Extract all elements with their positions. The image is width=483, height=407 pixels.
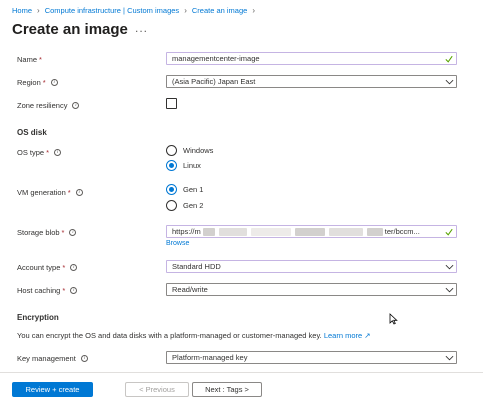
vm-generation-gen1-radio[interactable]: Gen 1 bbox=[166, 184, 203, 195]
mouse-cursor-icon bbox=[389, 313, 398, 327]
storage-blob-label: Storage blob * i bbox=[17, 228, 77, 237]
chevron-right-icon: › bbox=[252, 6, 255, 15]
radio-button[interactable] bbox=[166, 145, 177, 156]
browse-link[interactable]: Browse bbox=[166, 240, 189, 247]
review-create-button[interactable]: Review + create bbox=[12, 382, 93, 397]
radio-button[interactable] bbox=[166, 160, 177, 171]
name-input[interactable]: managementcenter-image bbox=[166, 52, 457, 65]
region-select[interactable]: (Asia Pacific) Japan East bbox=[166, 75, 457, 88]
os-type-windows-radio[interactable]: Windows bbox=[166, 145, 213, 156]
encryption-heading: Encryption bbox=[17, 313, 59, 322]
info-icon[interactable]: i bbox=[75, 189, 83, 196]
info-icon[interactable]: i bbox=[72, 102, 80, 109]
info-icon[interactable]: i bbox=[69, 229, 77, 236]
region-label: Region * i bbox=[17, 78, 58, 87]
learn-more-link[interactable]: Learn more bbox=[324, 331, 362, 340]
breadcrumb-custom-images[interactable]: Compute infrastructure | Custom images bbox=[45, 6, 180, 15]
info-icon[interactable]: i bbox=[70, 287, 78, 294]
chevron-down-icon bbox=[442, 355, 456, 361]
name-label: Name * bbox=[17, 55, 42, 64]
info-icon[interactable]: i bbox=[70, 264, 78, 271]
chevron-right-icon: › bbox=[37, 6, 40, 15]
host-caching-select[interactable]: Read/write bbox=[166, 283, 457, 296]
breadcrumb-create-image[interactable]: Create an image bbox=[192, 6, 247, 15]
chevron-down-icon bbox=[442, 264, 456, 270]
os-type-label: OS type * i bbox=[17, 148, 62, 157]
info-icon[interactable]: i bbox=[50, 79, 58, 86]
external-link-icon: ↗ bbox=[364, 331, 371, 340]
previous-button[interactable]: < Previous bbox=[125, 382, 189, 397]
zone-resiliency-checkbox[interactable] bbox=[166, 98, 177, 109]
key-management-label: Key management i bbox=[17, 354, 88, 363]
info-icon[interactable]: i bbox=[80, 355, 88, 362]
chevron-down-icon bbox=[442, 287, 456, 293]
account-type-label: Account type * i bbox=[17, 263, 78, 272]
footer-divider bbox=[0, 372, 483, 373]
chevron-right-icon: › bbox=[184, 6, 187, 15]
os-disk-heading: OS disk bbox=[17, 128, 47, 137]
chevron-down-icon bbox=[442, 79, 456, 85]
host-caching-label: Host caching * i bbox=[17, 286, 78, 295]
checkmark-icon bbox=[442, 228, 456, 236]
radio-button[interactable] bbox=[166, 184, 177, 195]
required-marker: * bbox=[39, 55, 42, 64]
redacted-text bbox=[202, 228, 215, 236]
checkmark-icon bbox=[442, 55, 456, 63]
zone-resiliency-label: Zone resiliency i bbox=[17, 101, 80, 110]
breadcrumb: Home › Compute infrastructure | Custom i… bbox=[12, 6, 260, 15]
breadcrumb-home[interactable]: Home bbox=[12, 6, 32, 15]
more-options-button[interactable]: ... bbox=[135, 21, 148, 35]
vm-generation-label: VM generation * i bbox=[17, 188, 83, 197]
radio-button[interactable] bbox=[166, 200, 177, 211]
storage-blob-input[interactable]: https://m ter/bccm... bbox=[166, 225, 457, 238]
page-title: Create an image bbox=[12, 21, 128, 38]
key-management-select[interactable]: Platform-managed key bbox=[166, 351, 457, 364]
account-type-select[interactable]: Standard HDD bbox=[166, 260, 457, 273]
vm-generation-gen2-radio[interactable]: Gen 2 bbox=[166, 200, 203, 211]
info-icon[interactable]: i bbox=[54, 149, 62, 156]
encryption-description: You can encrypt the OS and data disks wi… bbox=[17, 331, 371, 340]
os-type-linux-radio[interactable]: Linux bbox=[166, 160, 201, 171]
next-tags-button[interactable]: Next : Tags > bbox=[192, 382, 262, 397]
